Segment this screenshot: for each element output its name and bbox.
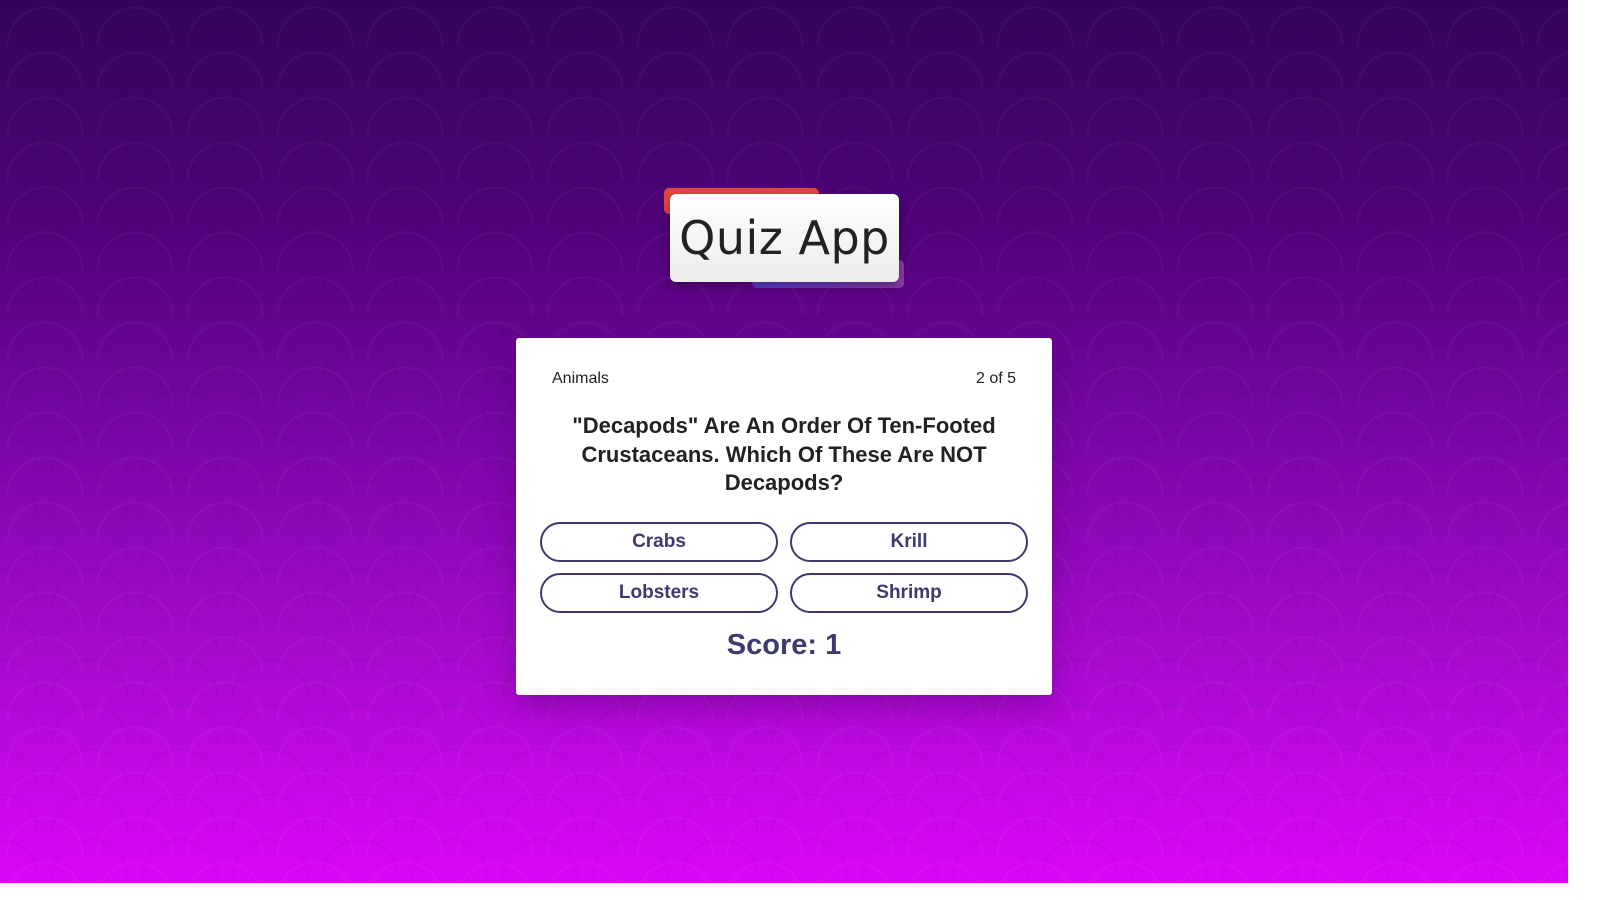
quiz-card: Animals 2 of 5 "Decapods" Are An Order O… <box>516 338 1052 695</box>
score-display: Score: 1 <box>726 629 842 661</box>
answer-options: Crabs Krill Lobsters Shrimp <box>540 522 1028 613</box>
quiz-header: Animals 2 of 5 <box>552 370 1016 388</box>
bottom-edge-strip <box>0 883 1600 900</box>
question-progress: 2 of 5 <box>975 370 1016 387</box>
answer-button-crabs[interactable]: Crabs <box>540 522 778 562</box>
answer-button-krill[interactable]: Krill <box>790 522 1028 562</box>
title-box: Quiz App <box>670 194 899 282</box>
right-edge-strip <box>1568 0 1600 900</box>
app-title: Quiz App <box>679 211 890 265</box>
question-text: "Decapods" Are An Order Of Ten-Footed Cr… <box>572 413 996 495</box>
question-category: Animals <box>552 370 609 387</box>
answer-button-shrimp[interactable]: Shrimp <box>790 573 1028 613</box>
answer-button-lobsters[interactable]: Lobsters <box>540 573 778 613</box>
app-title-badge: Quiz App <box>664 188 906 290</box>
